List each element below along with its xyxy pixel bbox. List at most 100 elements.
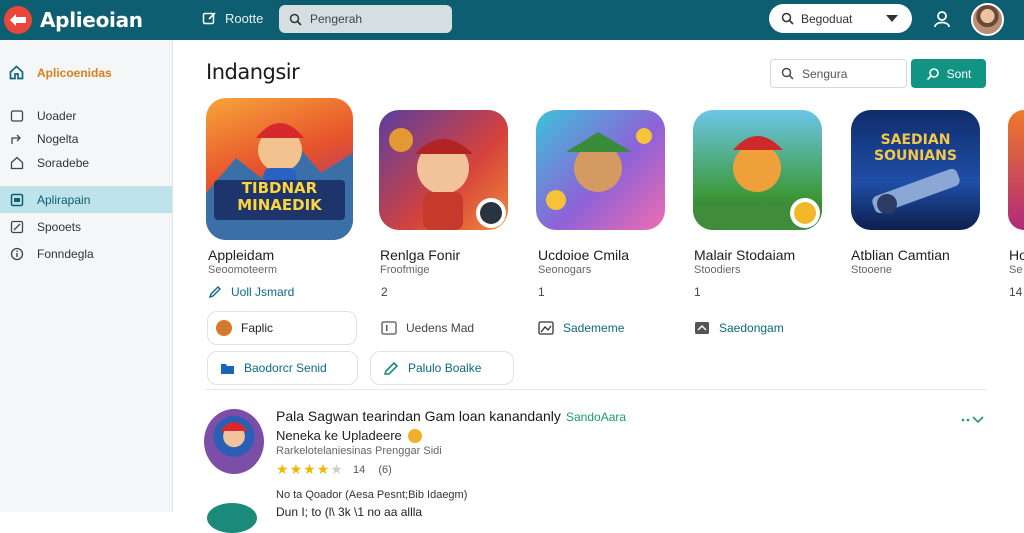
app-install-link[interactable]: Uoll Jsmard xyxy=(208,285,294,299)
app-logo[interactable] xyxy=(4,6,32,34)
emoji-icon xyxy=(407,428,422,443)
top-bar: Aplieoian Rootte Pengerah Begoduat xyxy=(0,0,1024,40)
sidebar-item-soradebe[interactable]: Soradebe xyxy=(0,149,172,176)
app-count: 2 xyxy=(381,285,388,299)
app-subtitle: Seonogars xyxy=(538,264,592,276)
header-select-dropdown[interactable]: Begoduat xyxy=(769,4,912,33)
user-icon[interactable] xyxy=(932,9,952,34)
avatar[interactable] xyxy=(971,3,1004,36)
action-button[interactable]: Uedens Mad xyxy=(381,321,474,335)
rating-text: 14 (6) xyxy=(353,464,392,476)
edit-icon xyxy=(9,219,24,234)
review-extra: No ta Qoador (Aesa Pesnt;Bib Idaegm) xyxy=(276,489,468,501)
tag-icon xyxy=(695,322,709,334)
sidebar-item-spooets[interactable]: Spooets xyxy=(0,213,172,240)
main-search-input[interactable]: Sengura xyxy=(770,59,907,88)
sidebar-item-label: Aplicoenidas xyxy=(37,65,112,80)
info-icon xyxy=(9,246,24,261)
action-button[interactable]: Palulo Boalke xyxy=(370,351,514,385)
app-subtitle: Seoomoteerm xyxy=(208,264,278,276)
sidebar-item-label: Uoader xyxy=(37,108,77,123)
ball-icon xyxy=(216,320,232,336)
review-subtitle: Neneka ke Upladeere xyxy=(276,428,422,443)
header-search-placeholder: Pengerah xyxy=(310,12,363,26)
star-icon: ★ xyxy=(303,461,316,477)
app-title: Aplieoian xyxy=(40,8,143,32)
folder-icon xyxy=(221,364,234,374)
app-icon-tile[interactable] xyxy=(693,110,822,230)
avatar[interactable] xyxy=(207,503,257,533)
pencil-icon xyxy=(208,286,221,299)
search-icon xyxy=(926,67,939,80)
review-tag[interactable]: SandoAara xyxy=(566,410,626,424)
chevron-down-icon[interactable] xyxy=(960,413,986,429)
app-name[interactable]: Malair Stodaiam xyxy=(694,247,795,263)
app-icon-tile[interactable]: TIBDNAR MINAEDIK xyxy=(206,98,353,240)
app-name[interactable]: Ucdoioe Cmila xyxy=(538,247,629,263)
app-subtitle: Stooene xyxy=(851,264,892,276)
star-icon: ★ xyxy=(276,461,289,477)
app-name[interactable]: Atblian Camtian xyxy=(851,247,950,263)
review-meta: Rarkelotelaniesinas Prenggar Sidi xyxy=(276,445,442,457)
star-icon: ★ xyxy=(316,461,330,477)
action-label: Baodorcr Senid xyxy=(244,361,327,375)
action-label: Saedongam xyxy=(719,321,784,335)
action-button[interactable]: Saedongam xyxy=(694,321,784,335)
image-icon xyxy=(538,321,554,335)
top-nav-link-label: Rootte xyxy=(225,11,264,26)
sidebar-item-nogelta[interactable]: Nogelta xyxy=(0,125,172,152)
divider xyxy=(205,389,986,390)
sidebar-item-label: Spooets xyxy=(37,219,82,234)
home-outline-icon xyxy=(9,155,24,170)
header-search-input[interactable]: Pengerah xyxy=(279,5,452,33)
cannon-icon xyxy=(872,168,960,214)
sidebar-item-fonndegla[interactable]: Fonndegla xyxy=(0,240,172,267)
top-nav-link[interactable]: Rootte xyxy=(202,11,263,26)
action-button[interactable]: Sadememe xyxy=(538,321,624,335)
app-count: 14 xyxy=(1009,285,1023,299)
sidebar-item-label: Aplirapain xyxy=(37,192,91,207)
app-install-label: Uoll Jsmard xyxy=(231,285,295,299)
rating-count: (6) xyxy=(378,464,392,476)
game-character-icon xyxy=(206,123,353,240)
sidebar-item-label: Fonndegla xyxy=(37,246,94,261)
action-button[interactable]: Faplic xyxy=(207,311,357,345)
app-icon-tile[interactable] xyxy=(1008,110,1024,230)
app-icon xyxy=(9,192,24,207)
game-character-icon xyxy=(220,422,248,431)
action-label: Palulo Boalke xyxy=(408,361,482,375)
sidebar-item-home[interactable]: Aplicoenidas xyxy=(0,59,172,86)
review-clipped-text: Dun I; to (l\ 3k \1 no aa allla xyxy=(276,505,423,519)
search-icon xyxy=(781,67,794,80)
action-label: Uedens Mad xyxy=(406,321,475,335)
app-name[interactable]: Ho xyxy=(1009,247,1024,263)
rating-stars: ★ ★ ★ ★ ★ xyxy=(276,461,343,478)
app-name[interactable]: Appleidam xyxy=(208,247,274,263)
review-title[interactable]: Pala Sagwan tearindan Gam loan kanandanl… xyxy=(276,408,561,424)
action-label: Sadememe xyxy=(563,321,625,335)
main-search-placeholder: Sengura xyxy=(802,66,848,81)
search-icon xyxy=(289,13,302,26)
home-icon xyxy=(9,65,24,80)
app-icon-tile[interactable] xyxy=(536,110,665,230)
square-icon xyxy=(9,108,24,123)
sidebar: Aplicoenidas Uoader Nogelta Soradebe Apl… xyxy=(0,40,173,512)
review-avatar[interactable] xyxy=(204,409,264,474)
page-title: Indangsir xyxy=(206,60,300,84)
sort-button-label: Sont xyxy=(946,66,972,81)
app-count: 1 xyxy=(538,285,545,299)
app-icon-tile[interactable]: SAEDIAN SOUNIANS xyxy=(851,110,980,230)
sidebar-item-aplirapain[interactable]: Aplirapain xyxy=(0,186,172,213)
star-icon: ★ xyxy=(289,461,303,477)
game-character-icon xyxy=(546,128,652,210)
share-icon xyxy=(9,131,24,146)
sort-button[interactable]: Sont xyxy=(911,59,986,88)
action-button[interactable]: Baodorcr Senid xyxy=(207,351,358,385)
app-subtitle: Se xyxy=(1009,264,1023,276)
badge-icon xyxy=(790,198,820,228)
app-icon-tile[interactable] xyxy=(379,110,508,230)
app-name[interactable]: Renlga Fonir xyxy=(380,247,460,263)
review-subtitle-text: Neneka ke Upladeere xyxy=(276,428,402,443)
chevron-down-icon xyxy=(886,15,898,22)
app-subtitle: Froofmige xyxy=(380,264,430,276)
